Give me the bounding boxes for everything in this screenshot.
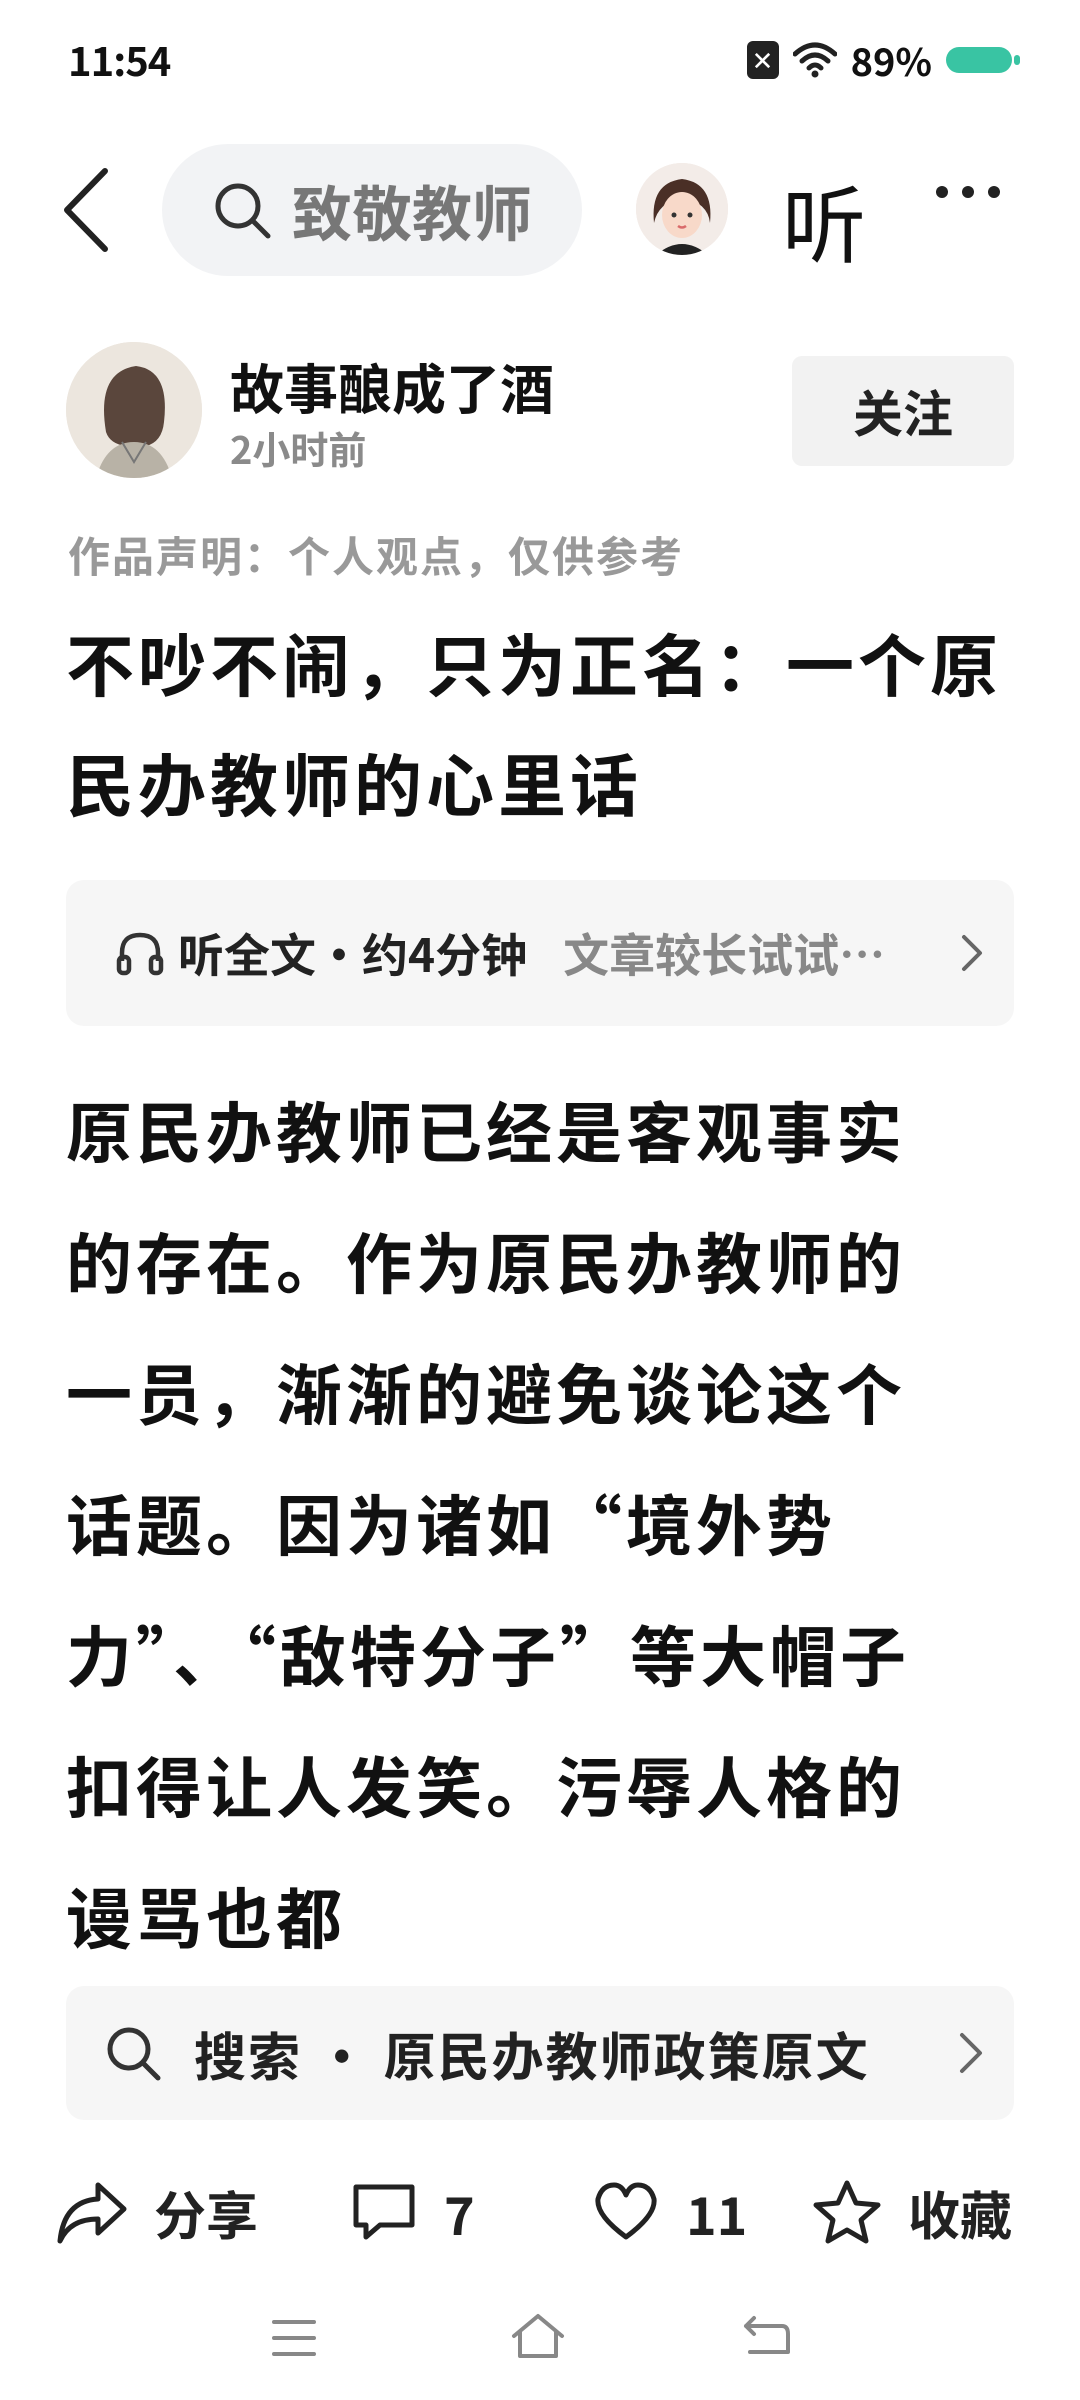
follow-button[interactable]: 关注: [792, 356, 1014, 466]
share-label: 分享: [154, 2174, 259, 2250]
heart-icon: [595, 2182, 657, 2240]
star-icon: [813, 2180, 881, 2244]
share-button[interactable]: 分享: [56, 2152, 258, 2272]
search-icon: [107, 2027, 161, 2081]
author-name[interactable]: 故事酿成了酒: [230, 346, 554, 425]
search-query: 致敬教师: [292, 166, 532, 254]
comment-button[interactable]: 7: [350, 2152, 475, 2272]
system-nav-bar: [0, 2300, 1080, 2400]
share-icon: [57, 2182, 127, 2244]
listen-duration-label: 听全文·约4分钟: [178, 920, 528, 986]
article-body: 原民办教师已经是客观事实的存在。作为原民办教师的一员，渐渐的避免谈论这个话题。因…: [66, 1081, 910, 1963]
comment-icon: [353, 2184, 415, 2240]
headphones-icon: [116, 932, 164, 976]
status-time: 11:54: [68, 30, 171, 88]
dot-icon: [962, 186, 974, 198]
listen-hint: 文章较长试试听全文: [563, 920, 893, 986]
wifi-icon: [792, 42, 837, 77]
more-options-button[interactable]: [936, 186, 1000, 198]
no-sim-icon: ✕: [746, 40, 779, 79]
back-nav-icon[interactable]: [740, 2312, 792, 2360]
listen-button[interactable]: 听: [782, 160, 866, 281]
article-title: 不吵不闹，只为正名：一个原民办教师的心里话: [66, 612, 1003, 831]
favorite-button[interactable]: 收藏: [812, 2152, 1012, 2272]
dot-icon: [936, 186, 948, 198]
back-arrow-icon: [64, 168, 108, 252]
like-count: 11: [686, 2174, 748, 2250]
like-button[interactable]: 11: [592, 2152, 747, 2272]
related-search-card[interactable]: 搜索 · 原民办教师政策原文: [66, 1986, 1014, 2120]
chevron-right-icon: [960, 2033, 982, 2073]
battery-icon: [946, 46, 1020, 73]
search-bar[interactable]: 致敬教师: [162, 144, 582, 276]
author-avatar[interactable]: [66, 342, 202, 478]
user-avatar[interactable]: [636, 163, 728, 255]
menu-nav-icon[interactable]: [270, 2316, 318, 2360]
status-icons: ✕ 89%: [746, 32, 1020, 87]
chevron-right-icon: [962, 935, 982, 971]
author-avatar-icon: [66, 342, 202, 478]
dot-icon: [988, 186, 1000, 198]
related-search-label: 搜索 · 原民办教师政策原文: [194, 2015, 870, 2091]
work-disclaimer: 作品声明：个人观点，仅供参考: [68, 524, 685, 585]
back-button[interactable]: [56, 160, 116, 260]
avatar-cartoon-icon: [636, 163, 728, 255]
search-icon: [215, 183, 271, 239]
post-time: 2小时前: [230, 420, 367, 475]
listen-full-text-card[interactable]: 听全文·约4分钟 文章较长试试听全文: [66, 880, 1014, 1026]
home-nav-icon[interactable]: [508, 2310, 568, 2362]
battery-percent: 89%: [850, 32, 932, 87]
favorite-label: 收藏: [908, 2174, 1013, 2250]
comment-count: 7: [444, 2174, 475, 2250]
action-bar: 分享 7 11 收藏: [0, 2152, 1080, 2272]
